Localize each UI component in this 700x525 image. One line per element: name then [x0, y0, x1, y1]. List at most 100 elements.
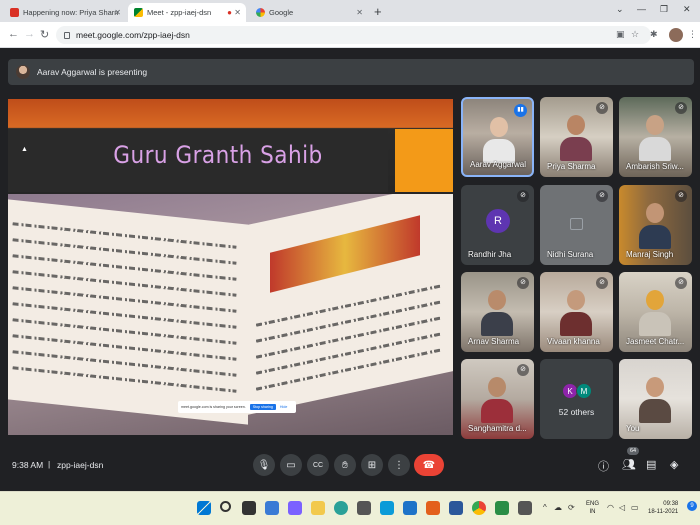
participant-video	[481, 377, 513, 423]
close-tab-icon[interactable]: ✕	[234, 8, 241, 17]
participant-tile-manraj[interactable]: ⊘ Manraj Singh	[619, 185, 692, 265]
participant-name: Sanghamitra d...	[468, 424, 527, 433]
other-avatar: M	[576, 383, 592, 399]
presenter-bar: Aarav Aggarwal is presenting	[0, 49, 700, 95]
app-icon[interactable]	[518, 501, 532, 515]
tab-title: Happening now: Priya Sharma is	[23, 8, 118, 17]
captions-icon: CC	[312, 461, 324, 469]
present-now-button[interactable]: ⊞	[361, 454, 383, 476]
browser-tab-strip: Happening now: Priya Sharma is ✕ Meet - …	[0, 0, 700, 22]
mic-off-icon: ⊘	[596, 190, 608, 202]
tab-meet[interactable]: Meet - zpp-iaej-dsn ● ✕	[128, 3, 246, 22]
mic-off-icon: ⊘	[596, 102, 608, 114]
participant-video	[560, 290, 592, 336]
cloud-icon[interactable]: ☁︎	[554, 503, 562, 512]
app-l-icon[interactable]	[380, 501, 394, 515]
camera-icon: ▭	[286, 459, 296, 471]
more-options-button[interactable]: ⋮	[388, 454, 410, 476]
others-tile[interactable]: K M 52 others	[540, 359, 613, 439]
search-icon[interactable]	[220, 501, 231, 512]
close-window-icon[interactable]: ✕	[683, 4, 691, 15]
slide-title: Guru Granth Sahib	[113, 141, 323, 169]
participant-video	[639, 377, 671, 423]
presenter-avatar	[16, 65, 30, 79]
people-icon[interactable]: 👥︎	[622, 458, 636, 471]
system-clock[interactable]: 09:38 18-11-2021	[648, 500, 678, 516]
leave-call-button[interactable]: ☎︎	[414, 454, 444, 476]
mic-off-icon: ⊘	[675, 277, 687, 289]
start-windows-icon[interactable]	[197, 501, 211, 515]
participant-tile-aarav[interactable]: ▮▮ Aarav Aggarwal	[461, 97, 534, 177]
camera-in-use-icon[interactable]: ▣	[616, 29, 625, 40]
meet-favicon-icon	[134, 8, 143, 17]
volume-icon[interactable]: ◁	[619, 503, 625, 512]
recording-favicon-icon	[10, 8, 19, 17]
chrome-menu-icon[interactable]: ⋮	[688, 29, 697, 40]
participant-video	[560, 115, 592, 161]
store-icon[interactable]	[357, 501, 371, 515]
bookmark-star-icon[interactable]: ☆	[631, 29, 639, 40]
close-tab-icon[interactable]: ✕	[356, 8, 363, 17]
activities-icon[interactable]: ◈	[670, 458, 678, 471]
microphone-button[interactable]: 🎙︎	[253, 454, 275, 476]
widgets-icon[interactable]	[265, 501, 279, 515]
tab-google[interactable]: Google ✕	[250, 3, 368, 22]
camera-button[interactable]: ▭	[280, 454, 302, 476]
maximize-icon[interactable]: ❐	[660, 4, 668, 15]
reload-icon[interactable]: ↻	[40, 28, 49, 41]
back-arrow-icon[interactable]: ←	[8, 28, 19, 40]
participant-tile-arnav[interactable]: ⊘ Arnav Sharma	[461, 272, 534, 352]
file-explorer-icon[interactable]	[311, 501, 325, 515]
outlook-icon[interactable]	[403, 501, 417, 515]
close-tab-icon[interactable]: ✕	[114, 8, 121, 17]
chat-icon[interactable]: ▤	[646, 458, 656, 471]
new-tab-plus-icon[interactable]: +	[374, 4, 382, 19]
notification-icon[interactable]: 9	[687, 501, 697, 511]
meeting-separator: |	[48, 459, 51, 469]
show-hidden-icons-chevron[interactable]: ^	[543, 503, 547, 512]
task-view-icon[interactable]	[242, 501, 256, 515]
mic-off-icon: ⊘	[517, 190, 529, 202]
mic-off-icon: ⊘	[675, 102, 687, 114]
participant-tile-priya[interactable]: ⊘ Priya Sharma	[540, 97, 613, 177]
tab-search-chevron-icon[interactable]: ⌄	[616, 4, 624, 15]
participant-video	[639, 203, 671, 249]
presentation-stage[interactable]: Guru Granth Sahib ▲ meet.google.com is s…	[8, 99, 453, 435]
tab-happening-now[interactable]: Happening now: Priya Sharma is ✕	[4, 3, 126, 22]
participant-avatar: R	[486, 209, 510, 233]
participant-tile-ambarish[interactable]: ⊘ Ambarish Sriw...	[619, 97, 692, 177]
participant-tile-sanghamitra[interactable]: ⊘ Sanghamitra d...	[461, 359, 534, 439]
stop-sharing-button[interactable]: Stop sharing	[249, 404, 276, 410]
word-icon[interactable]	[449, 501, 463, 515]
participant-tile-vivaan[interactable]: ⊘ Vivaan khanna	[540, 272, 613, 352]
extensions-icon[interactable]: ✱	[650, 29, 658, 40]
raise-hand-button[interactable]: ✋︎	[334, 454, 356, 476]
sheets-icon[interactable]	[495, 501, 509, 515]
hide-notice-button[interactable]: Hide	[280, 405, 287, 409]
participant-tile-nidhi[interactable]: ⊘ Nidhi Surana	[540, 185, 613, 265]
forward-arrow-icon[interactable]: →	[24, 28, 35, 40]
screen-share-notice: meet.google.com is sharing your screen. …	[178, 401, 296, 413]
edge-browser-icon[interactable]	[334, 501, 348, 515]
sync-icon[interactable]: ⟳	[568, 503, 575, 512]
lock-icon	[64, 31, 70, 39]
participant-tile-randhir[interactable]: R ⊘ Randhir Jha	[461, 185, 534, 265]
mic-off-icon: ⊘	[517, 277, 529, 289]
office-icon[interactable]	[426, 501, 440, 515]
language-indicator[interactable]: ENG IN	[586, 500, 599, 516]
teams-chat-icon[interactable]	[288, 501, 302, 515]
wifi-icon[interactable]: ◠	[607, 503, 614, 512]
participant-tile-you[interactable]: You	[619, 359, 692, 439]
address-bar[interactable]: meet.google.com/zpp-iaej-dsn	[56, 26, 651, 44]
chrome-icon[interactable]	[472, 501, 486, 515]
battery-icon[interactable]: ▭	[631, 503, 639, 512]
minimize-icon[interactable]: —	[637, 4, 646, 14]
meeting-details-icon[interactable]: ⓘ	[598, 458, 609, 474]
participant-video	[483, 117, 515, 163]
profile-avatar[interactable]	[669, 28, 683, 42]
captions-button[interactable]: CC	[307, 454, 329, 476]
participant-tile-jasmeet[interactable]: ⊘ Jasmeet Chatr...	[619, 272, 692, 352]
people-count-badge: 64	[627, 447, 640, 455]
book-left-page	[8, 199, 248, 425]
participant-name: Priya Sharma	[547, 162, 596, 171]
